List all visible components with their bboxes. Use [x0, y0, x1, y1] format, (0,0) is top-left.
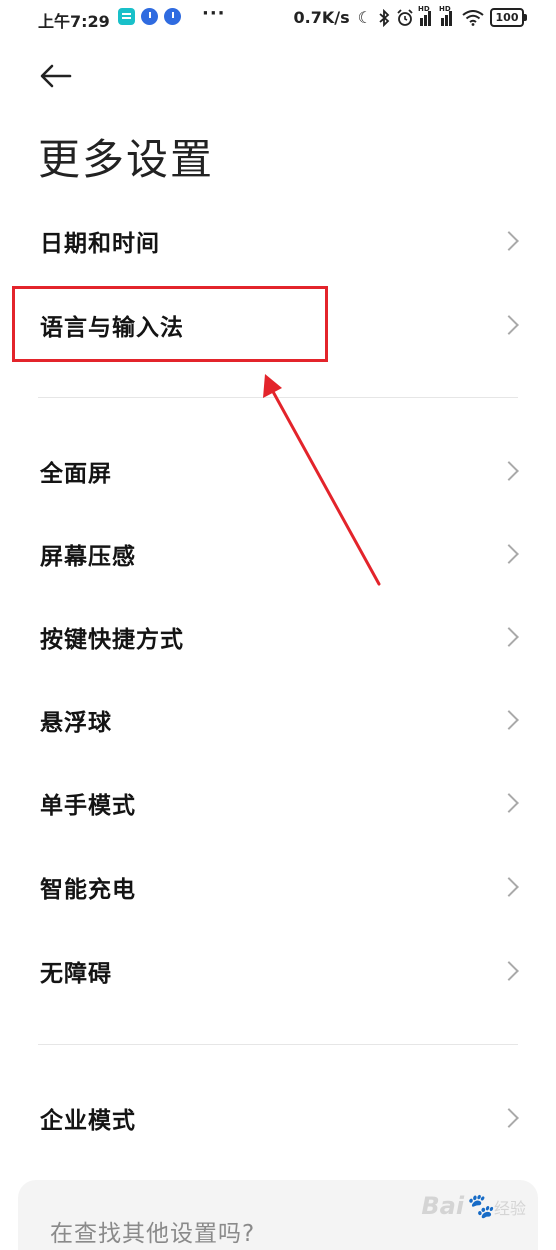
annotation-highlight-box — [12, 286, 328, 362]
chevron-right-icon — [499, 961, 519, 981]
settings-item-label: 屏幕压感 — [40, 544, 136, 570]
page-title: 更多设置 — [38, 135, 215, 184]
network-speed: 0.7K/s — [293, 8, 350, 27]
settings-item-label: 单手模式 — [40, 793, 136, 819]
section-divider — [38, 1044, 518, 1045]
search-settings-prompt: 在查找其他设置吗? — [50, 1221, 256, 1247]
moon-icon: ☾ — [357, 7, 372, 27]
alarm-icon — [397, 8, 413, 26]
bluetooth-icon — [379, 8, 390, 27]
notification-icons — [118, 8, 181, 25]
screen: 上午7:29 ··· 0.7K/s ☾ HD HD 100 更多设置 日期和时间… — [0, 0, 556, 1250]
back-arrow-icon — [40, 64, 72, 88]
message-app-icon — [118, 8, 135, 25]
clock-app-icon — [141, 8, 158, 25]
chevron-right-icon — [499, 627, 519, 647]
settings-item-label: 日期和时间 — [40, 231, 160, 257]
chevron-right-icon — [499, 315, 519, 335]
settings-item-enterprise-mode[interactable]: 企业模式 — [0, 1077, 556, 1159]
settings-item-one-hand-mode[interactable]: 单手模式 — [0, 762, 556, 844]
chevron-right-icon — [499, 1108, 519, 1128]
settings-item-full-screen[interactable]: 全面屏 — [0, 430, 556, 512]
more-notifications-icon: ··· — [202, 3, 226, 24]
signal-icon: HD — [439, 5, 456, 26]
settings-item-button-shortcuts[interactable]: 按键快捷方式 — [0, 596, 556, 678]
clock-app-icon — [164, 8, 181, 25]
status-bar: 上午7:29 ··· 0.7K/s ☾ HD HD 100 — [0, 0, 556, 36]
settings-item-floating-ball[interactable]: 悬浮球 — [0, 679, 556, 761]
settings-item-label: 无障碍 — [40, 961, 112, 987]
settings-item-label: 悬浮球 — [40, 710, 112, 736]
settings-item-date-time[interactable]: 日期和时间 — [0, 200, 556, 282]
settings-item-smart-charging[interactable]: 智能充电 — [0, 846, 556, 928]
chevron-right-icon — [499, 461, 519, 481]
settings-item-label: 企业模式 — [40, 1108, 136, 1134]
settings-item-accessibility[interactable]: 无障碍 — [0, 930, 556, 1012]
battery-icon: 100 — [490, 8, 527, 27]
chevron-right-icon — [499, 544, 519, 564]
status-time: 上午7:29 — [38, 12, 110, 31]
status-right: 0.7K/s ☾ HD HD 100 — [293, 5, 527, 27]
chevron-right-icon — [499, 710, 519, 730]
wifi-icon — [462, 9, 484, 26]
settings-item-label: 全面屏 — [40, 461, 112, 487]
chevron-right-icon — [499, 877, 519, 897]
settings-item-screen-pressure[interactable]: 屏幕压感 — [0, 513, 556, 595]
settings-item-label: 智能充电 — [40, 877, 136, 903]
signal-icon: HD — [418, 5, 435, 26]
baidu-watermark: Bai🐾经验 — [421, 1192, 526, 1220]
back-button[interactable] — [38, 58, 78, 94]
settings-item-label: 按键快捷方式 — [40, 627, 184, 653]
chevron-right-icon — [499, 793, 519, 813]
chevron-right-icon — [499, 231, 519, 251]
section-divider — [38, 397, 518, 398]
